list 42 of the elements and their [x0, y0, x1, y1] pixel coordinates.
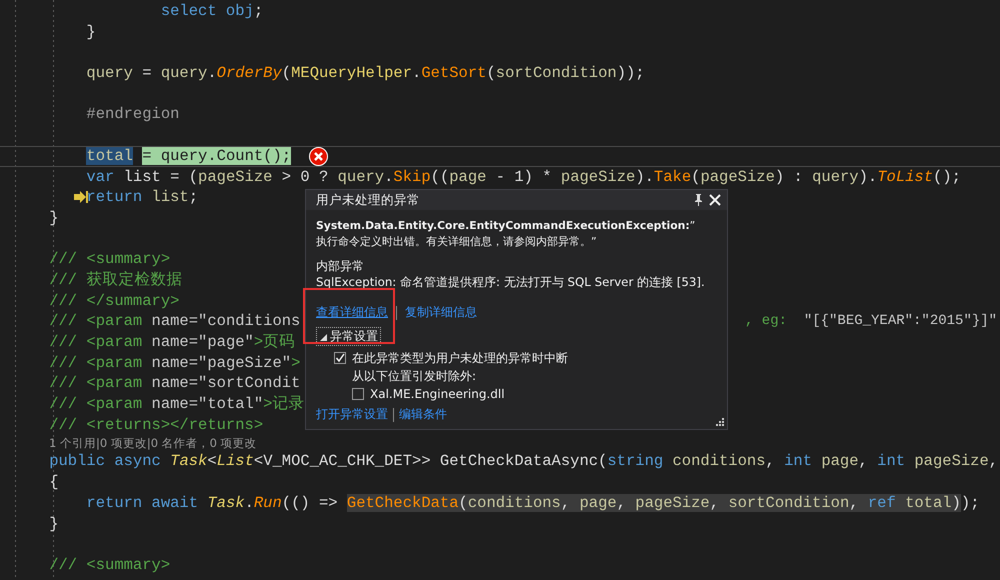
inner-exception-heading: 内部异常 [316, 258, 365, 274]
exception-message: System.Data.Entity.Core.EntityCommandExecutionException:” 执行命令定义时出错。有关详细信息，请参阅内部异常。” [316, 218, 696, 250]
code-line: } [48, 514, 59, 534]
error-icon[interactable] [309, 146, 328, 166]
settings-link[interactable]: 打开异常设置 [316, 406, 388, 423]
code-line: return await Task.Run(() => GetCheckData(conditions, page, pageSize, sortCondition, ref total)); [85, 492, 980, 514]
code-line: total = query.Count(); [85, 146, 292, 167]
checkbox-label: Xal.ME.Engineering.dll [370, 386, 505, 402]
settings-link[interactable]: 编辑条件 [399, 406, 447, 423]
code-line: /// <returns></returns> [48, 414, 264, 436]
code-line: /// 获取定检数据 [48, 270, 182, 291]
exception-settings-expander[interactable]: 异常设置 [316, 327, 381, 346]
inner-exception-message: SqlException: 命名管道提供程序: 无法打开与 SQL Server 的连接 [53]. [316, 274, 706, 290]
code-line: #endregion [85, 104, 180, 126]
code-line: /// <param name="page">页码 [48, 332, 296, 353]
exception-list-label: 从以下位置引发时除外: [352, 368, 476, 384]
code-line: var list = (pageSize > 0 ? query.Skip((page - 1) * pageSize).Take(pageSize) : query).ToList(); [85, 166, 961, 188]
code-line: /// <param name="total">记录 [48, 394, 304, 415]
code-line: /// <param name="pageSize"> [48, 352, 300, 374]
code-line: /// <summary> [48, 249, 170, 270]
code-line: { [48, 472, 59, 493]
code-line: /// <summary> [48, 554, 170, 576]
details-link[interactable]: 复制详细信息 [405, 304, 477, 321]
code-line: select obj; [160, 1, 264, 22]
code-line: /// <param name="conditions [48, 311, 300, 332]
checkbox[interactable] [352, 388, 364, 400]
code-line: query = query.OrderBy(MEQueryHelper.GetSort(sortCondition)); [85, 63, 645, 84]
popup-title: 用户未处理的异常 [316, 192, 421, 208]
code-line: return list; [85, 187, 198, 208]
checkbox[interactable] [334, 352, 346, 364]
code-line: /// </summary> [48, 290, 180, 312]
code-line: /// <param name="sortCondit [48, 373, 300, 394]
resize-grip-icon[interactable] [715, 417, 724, 426]
checkbox-label: 在此异常类型为用户未处理的异常时中断 [352, 350, 568, 366]
code-line: public async Task<List<V_MOC_AC_CHK_DET>> GetCheckDataAsync(string conditions, int page, int pageSize, [48, 451, 998, 472]
details-link[interactable]: 查看详细信息 [316, 304, 388, 321]
code-line: } [85, 22, 96, 42]
code-line: } [48, 208, 59, 229]
pin-icon[interactable] [694, 194, 703, 206]
codelens-text[interactable]: 1 个引用|0 项更改|0 名作者，0 项更改 [49, 436, 257, 450]
code-line: , eg: "[{"BEG_YEAR":"2015"}]" [745, 312, 998, 332]
close-icon[interactable] [709, 194, 721, 206]
